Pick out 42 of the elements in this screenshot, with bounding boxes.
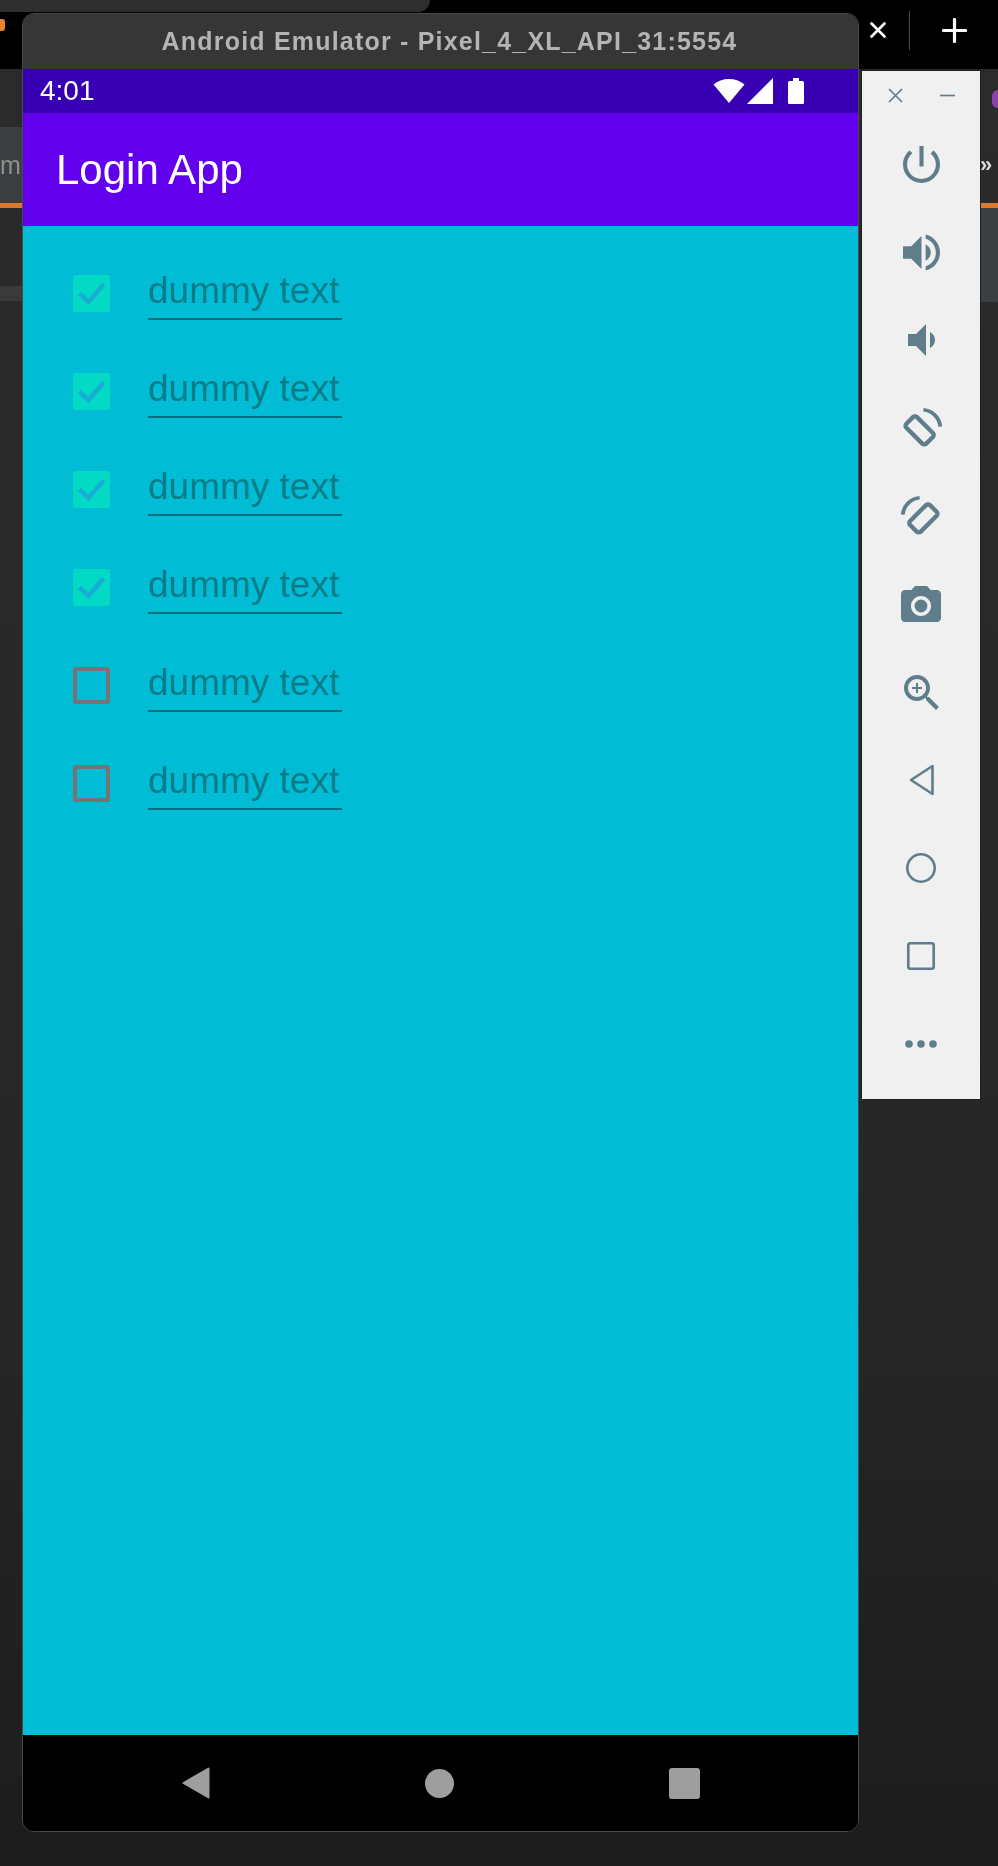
text-field[interactable]: dummy text [148,756,342,810]
checkbox[interactable] [73,764,110,802]
home-icon[interactable] [906,853,936,883]
text-field[interactable]: dummy text [148,266,342,320]
checkbox[interactable] [73,666,110,704]
status-time: 4:01 [40,75,95,107]
camera-icon[interactable] [901,586,941,622]
avatar-icon[interactable] [992,90,998,108]
logo-icon [0,19,5,31]
app-title: Login App [56,144,243,195]
checkbox[interactable] [73,372,110,410]
checkmark-icon [77,281,106,305]
checkbox[interactable] [73,568,110,606]
tab-indicator [980,203,998,208]
text-field[interactable]: dummy text [148,364,342,418]
volume-down-icon[interactable] [907,324,935,356]
minimize-icon[interactable] [939,94,955,97]
more-icon[interactable] [905,1040,937,1048]
tab-indicator [0,203,23,208]
power-icon[interactable] [902,145,940,183]
overflow-button[interactable]: » [980,152,993,178]
volume-up-icon[interactable] [902,233,940,271]
home-icon[interactable] [424,1768,454,1798]
checkbox[interactable] [73,274,110,312]
battery-icon [788,78,804,104]
add-icon[interactable] [942,18,967,43]
text-field[interactable]: dummy text [148,560,342,614]
signal-icon [747,78,773,104]
checkmark-icon [77,575,106,599]
checkmark-icon [77,477,106,501]
text-field[interactable]: dummy text [148,462,342,516]
back-icon[interactable] [181,1767,210,1799]
back-icon[interactable] [908,764,934,796]
window-title: Android Emulator - Pixel_4_XL_API_31:5554 [161,27,738,56]
wifi-icon [713,78,745,104]
zoom-in-icon[interactable] [903,674,939,710]
text-field[interactable]: dummy text [148,658,342,712]
checkmark-icon [77,379,106,403]
checkbox[interactable] [73,470,110,508]
overview-icon[interactable] [907,942,935,970]
panel-header [0,286,23,301]
overview-icon[interactable] [668,1767,700,1799]
